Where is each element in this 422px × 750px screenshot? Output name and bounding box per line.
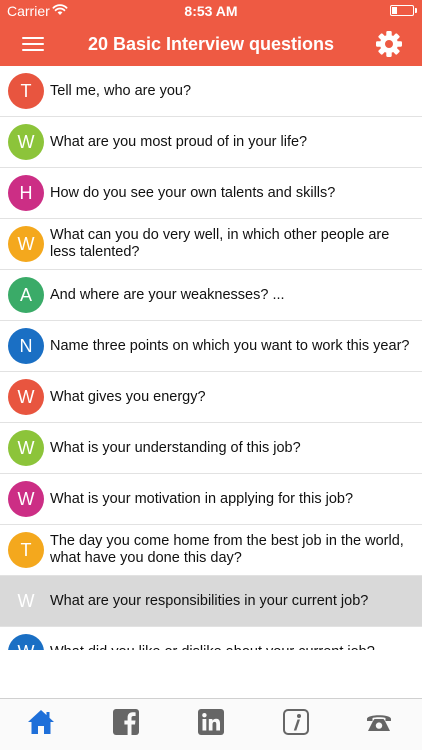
question-text: What is your understanding of this job? (50, 439, 301, 456)
question-row[interactable]: T Tell me, who are you? (0, 66, 422, 117)
question-initial-avatar: W (8, 430, 44, 466)
question-initial-avatar: W (17, 590, 35, 611)
battery-icon (390, 5, 414, 16)
question-text: What are you most proud of in your life? (50, 133, 308, 150)
question-text: What gives you energy? (50, 388, 206, 405)
question-text: What can you do very well, in which othe… (50, 227, 390, 260)
question-row[interactable]: W What are you most proud of in your life… (0, 117, 422, 168)
question-text: How do you see your own talents and skil… (50, 184, 336, 201)
battery-level (392, 7, 397, 14)
question-initial-avatar: W (8, 124, 44, 160)
question-row[interactable]: W What gives you energy? (0, 372, 422, 423)
app-header: Carrier 8:53 AM 20 Basic Interview quest… (0, 0, 422, 66)
hamburger-menu-icon[interactable] (22, 35, 44, 53)
question-text: And where are your weaknesses? ... (50, 286, 285, 303)
status-time: 8:53 AM (184, 3, 238, 19)
facebook-icon[interactable] (111, 707, 141, 737)
gear-icon[interactable] (374, 29, 404, 59)
question-initial-avatar: T (8, 73, 44, 109)
phone-icon[interactable] (364, 707, 394, 737)
question-initial-avatar: T (8, 532, 44, 568)
status-bar: Carrier 8:53 AM (0, 0, 422, 22)
question-row[interactable]: A And where are your weaknesses? ... (0, 270, 422, 321)
page-title: 20 Basic Interview questions (87, 34, 335, 54)
question-initial-avatar: N (8, 328, 44, 364)
navigation-bar: 20 Basic Interview questions (0, 22, 422, 66)
question-row[interactable]: N Name three points on which you want to … (0, 321, 422, 372)
info-icon[interactable] (281, 707, 311, 737)
question-row[interactable]: W What is your motivation in applying for… (0, 474, 422, 525)
question-row[interactable]: W What did you like or dislike about your… (0, 627, 422, 650)
question-initial-avatar: A (8, 277, 44, 313)
question-row[interactable]: T The day you come home from the best job… (0, 525, 422, 576)
question-initial-avatar: W (8, 379, 44, 415)
question-initial-avatar: H (8, 175, 44, 211)
question-list[interactable]: T Tell me, who are you? W What are you most… (0, 66, 422, 650)
question-row[interactable]: W What can you do very well, in which oth… (0, 219, 422, 270)
home-icon[interactable] (26, 707, 56, 737)
question-row[interactable]: W What are your responsibilities in your … (0, 576, 422, 627)
linkedin-icon[interactable] (196, 707, 226, 737)
question-text: What is your motivation in applying for … (50, 490, 354, 507)
question-initial-avatar: W (8, 481, 44, 517)
tab-bar (0, 698, 422, 750)
question-initial-avatar: W (8, 226, 44, 262)
question-text: What did you like or dislike about your … (50, 627, 410, 651)
question-text: The day you come home from the best job … (50, 533, 404, 566)
question-text: Name three points on which you want to w… (50, 337, 410, 354)
question-text: What are your responsibilities in your c… (50, 592, 369, 609)
question-text: Tell me, who are you? (50, 82, 192, 99)
question-row[interactable]: H How do you see your own talents and ski… (0, 168, 422, 219)
battery-tip (415, 8, 417, 13)
question-initial-avatar: W (8, 634, 44, 650)
question-row[interactable]: W What is your understanding of this job? (0, 423, 422, 474)
